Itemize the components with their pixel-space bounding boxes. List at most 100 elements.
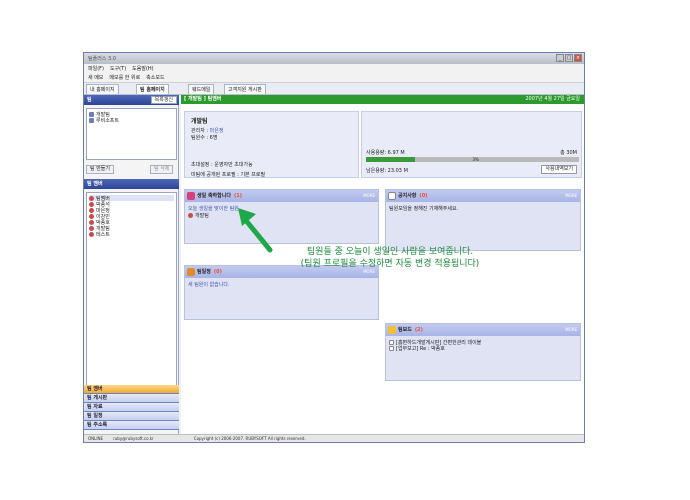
online-status: ONLINE bbox=[88, 436, 104, 441]
birthday-line: 오늘 생일을 맞이한 팀원 bbox=[188, 206, 239, 212]
remain-label: 남은용량: 23.03 M bbox=[366, 168, 408, 174]
invite-label: 초대설정 : bbox=[191, 162, 213, 168]
maximize-button[interactable]: □ bbox=[565, 54, 573, 62]
member-item[interactable]: 테스트 bbox=[89, 231, 174, 238]
callout-line-2: (팀원 프로필을 수정하면 자동 변경 적용됩니다) bbox=[300, 259, 480, 269]
count-label: 팀원수 : bbox=[191, 135, 209, 141]
board-title: 팀보드 bbox=[398, 327, 412, 333]
user-icon bbox=[89, 231, 94, 237]
team-item-label: 루비소프트 bbox=[96, 117, 120, 124]
usage-percent: 3% bbox=[472, 157, 479, 162]
public-profile-label: 미팀에 공개된 프로필 : bbox=[191, 172, 239, 178]
tab-support-board[interactable]: 고객지원 게시판 bbox=[224, 84, 266, 94]
schedule-card: 팀일정 (0) MORE 새 팀원이 없습니다. bbox=[184, 265, 379, 320]
team-list: 개발팀 루비소프트 bbox=[86, 108, 177, 160]
nav-team-members[interactable]: 팀 멤버 bbox=[84, 385, 179, 394]
board-badge: (2) bbox=[414, 327, 423, 333]
team-header: 팀 목록갱신 bbox=[84, 95, 179, 105]
compact-mode-button[interactable]: 축소모드 bbox=[146, 74, 164, 81]
team-name: 개발팀 bbox=[191, 118, 208, 125]
refresh-list-button[interactable]: 목록갱신 bbox=[150, 96, 177, 104]
tab-webmail[interactable]: 웨드메일 bbox=[188, 84, 215, 94]
title-bar: 팀플러스 3.0 _ □ × bbox=[84, 53, 584, 64]
team-item-rubysoft[interactable]: 루비소프트 bbox=[89, 117, 174, 124]
public-profile-value: 기본 프로필 bbox=[240, 172, 266, 178]
gift-icon bbox=[187, 192, 195, 200]
nav-team-contacts[interactable]: 팀 주소록 bbox=[84, 421, 179, 430]
notice-title: 공지사항 bbox=[398, 193, 417, 199]
checkbox-icon bbox=[389, 339, 394, 345]
notice-line: 팀원모임을 정해진 기재해주세요. bbox=[389, 206, 459, 212]
tab-my-home[interactable]: 내 홈페이지 bbox=[86, 84, 119, 94]
notice-more-link[interactable]: MORE bbox=[565, 190, 577, 202]
nav-team-files[interactable]: 팀 자료 bbox=[84, 403, 179, 412]
user-icon bbox=[89, 219, 94, 225]
birthday-member-label: 개발팀 bbox=[195, 212, 209, 219]
schedule-line: 새 팀원이 없습니다. bbox=[188, 282, 230, 288]
count-value: 6명 bbox=[209, 135, 218, 141]
birthday-more-link[interactable]: MORE bbox=[363, 190, 375, 202]
page-date: 2007년 4월 27일 금요일 bbox=[525, 96, 580, 102]
user-icon bbox=[89, 207, 94, 213]
birthday-card: 생일 축하합니다 (1) MORE 오늘 생일을 맞이한 팀원 개발팀 bbox=[184, 189, 379, 244]
callout-line-1: 팀원들 중 오늘이 생일인 사람을 보여줍니다. bbox=[306, 247, 474, 257]
tab-team-home[interactable]: 팀 홈페이지 bbox=[136, 84, 169, 94]
new-memo-button[interactable]: 새 메모 bbox=[88, 74, 103, 81]
schedule-title: 팀일정 bbox=[197, 269, 211, 275]
menu-tools[interactable]: 도구(T) bbox=[110, 65, 126, 72]
notice-card-header: 공지사항 (0) MORE bbox=[386, 190, 580, 202]
team-icon bbox=[89, 117, 94, 123]
status-bar: ONLINE ruby@rubysoft.co.kr Copyright (c)… bbox=[84, 434, 584, 442]
board-icon bbox=[388, 326, 396, 334]
minimize-button[interactable]: _ bbox=[556, 54, 564, 62]
member-header: 팀 멤버 bbox=[84, 179, 179, 189]
birthday-member[interactable]: 개발팀 bbox=[188, 212, 375, 219]
user-icon bbox=[89, 225, 94, 231]
user-email: ruby@rubysoft.co.kr bbox=[113, 436, 154, 441]
make-team-button[interactable]: 팀 만들기 bbox=[86, 165, 114, 174]
user-icon bbox=[89, 195, 94, 201]
member-label: 테스트 bbox=[96, 231, 110, 238]
usage-label: 사용용량: 6.97 M bbox=[366, 150, 405, 156]
calendar-icon bbox=[187, 268, 195, 276]
board-card: 팀보드 (2) MORE [홈편하드개발게시판] 간편한관리 데이블 [업무보고]… bbox=[385, 323, 581, 381]
team-info-panel: 개발팀 관리자 : 마은정 팀원수 : 6명 초대설정 : 운영자만 초대가능 … bbox=[184, 111, 359, 178]
user-icon bbox=[89, 213, 94, 219]
member-list: 팀멤버 박종석 마은정 이강민 박종호 개발팀 테스트 bbox=[86, 192, 177, 416]
page-header: [ 개발팀 ] 팀멤버 2007년 4월 27일 금요일 bbox=[181, 95, 584, 104]
menu-file[interactable]: 파일(F) bbox=[88, 65, 104, 72]
toolbar: 새 메모 메모를 한 위로 축소모드 bbox=[84, 73, 584, 83]
notice-card: 공지사항 (0) MORE 팀원모임을 정해진 기재해주세요. bbox=[385, 189, 581, 251]
checkbox-icon bbox=[389, 345, 394, 351]
usage-panel: 사용용량: 6.97 M 총 30M 3% 남은용량: 23.03 M 사용내역… bbox=[361, 111, 582, 178]
sidebar-nav: 팀 멤버 팀 게시판 팀 자료 팀 일정 팀 주소록 bbox=[84, 385, 179, 430]
tab-bar: 내 홈페이지 팀 홈페이지 웨드메일 고객지원 게시판 bbox=[84, 83, 584, 95]
nav-team-board[interactable]: 팀 게시판 bbox=[84, 394, 179, 403]
birthday-title: 생일 축하합니다 bbox=[197, 193, 231, 199]
usage-bar: 3% bbox=[366, 157, 579, 162]
user-icon bbox=[188, 212, 193, 218]
close-button[interactable]: × bbox=[574, 54, 582, 62]
page-title: [ 개발팀 ] 팀멤버 bbox=[184, 96, 222, 102]
menu-help[interactable]: 도움말(H) bbox=[132, 65, 153, 72]
nav-team-schedule[interactable]: 팀 일정 bbox=[84, 412, 179, 421]
member-header-label: 팀 멤버 bbox=[87, 181, 103, 187]
usage-bar-fill bbox=[366, 157, 415, 162]
usage-total: 총 30M bbox=[560, 150, 577, 156]
team-icon bbox=[89, 111, 94, 117]
sidebar: 팀 목록갱신 개발팀 루비소프트 팀 만들기 팀 삭제 팀 멤버 팀멤버 박종석… bbox=[84, 95, 179, 434]
notice-badge: (0) bbox=[419, 193, 428, 199]
notice-icon bbox=[388, 192, 396, 200]
board-more-link[interactable]: MORE bbox=[565, 324, 577, 336]
board-card-header: 팀보드 (2) MORE bbox=[386, 324, 580, 336]
delete-team-button[interactable]: 팀 삭제 bbox=[150, 165, 174, 174]
callout-annotation: 팀원들 중 오늘이 생일인 사람을 보여줍니다. (팀원 프로필을 수정하면 자… bbox=[260, 246, 520, 270]
memo-top-button[interactable]: 메모를 한 위로 bbox=[109, 74, 140, 81]
team-header-label: 팀 bbox=[87, 97, 92, 103]
usage-history-button[interactable]: 사용내역보기 bbox=[541, 165, 577, 174]
board-item[interactable]: [업무보고] Re : 박종호 bbox=[389, 345, 577, 352]
invite-value: 운영자만 초대가능 bbox=[214, 162, 253, 168]
birthday-badge: (1) bbox=[233, 193, 243, 199]
menu-bar: 파일(F) 도구(T) 도움말(H) bbox=[84, 64, 584, 73]
user-icon bbox=[89, 201, 94, 207]
